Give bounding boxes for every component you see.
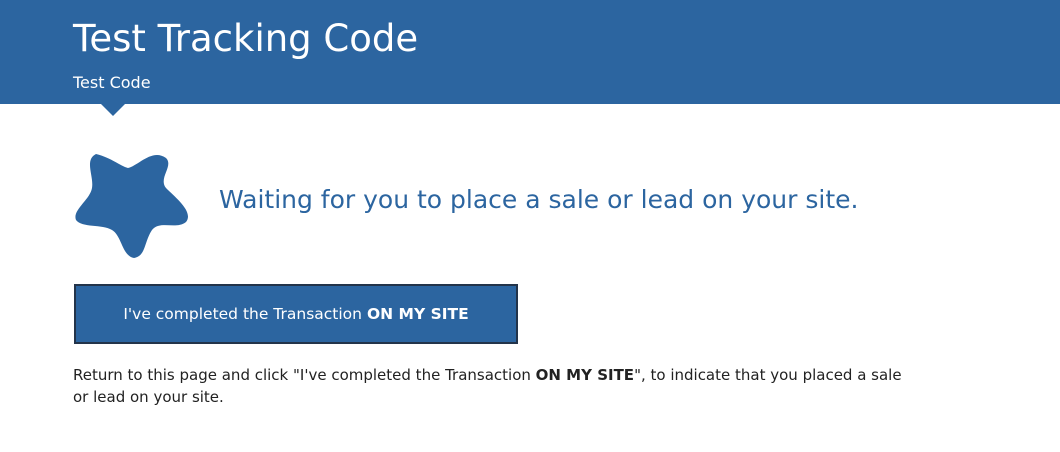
button-label: I've completed the Transaction — [123, 305, 362, 323]
instructions-text-emphasis: ON MY SITE — [535, 366, 635, 384]
page-title: Test Tracking Code — [73, 17, 419, 60]
page-header: Test Tracking Code Test Code — [0, 0, 1060, 104]
instructions-text-start: Return to this page and click "I've comp… — [73, 366, 536, 384]
tab-test-code[interactable]: Test Code — [73, 72, 151, 94]
star-icon — [75, 154, 188, 258]
button-label-emphasis: ON MY SITE — [366, 305, 469, 323]
instructions-text: Return to this page and click "I've comp… — [73, 364, 913, 408]
transaction-completed-button[interactable]: I've completed the Transaction ON MY SIT… — [74, 284, 518, 344]
active-tab-indicator — [100, 103, 126, 116]
status-message: Waiting for you to place a sale or lead … — [219, 185, 859, 214]
